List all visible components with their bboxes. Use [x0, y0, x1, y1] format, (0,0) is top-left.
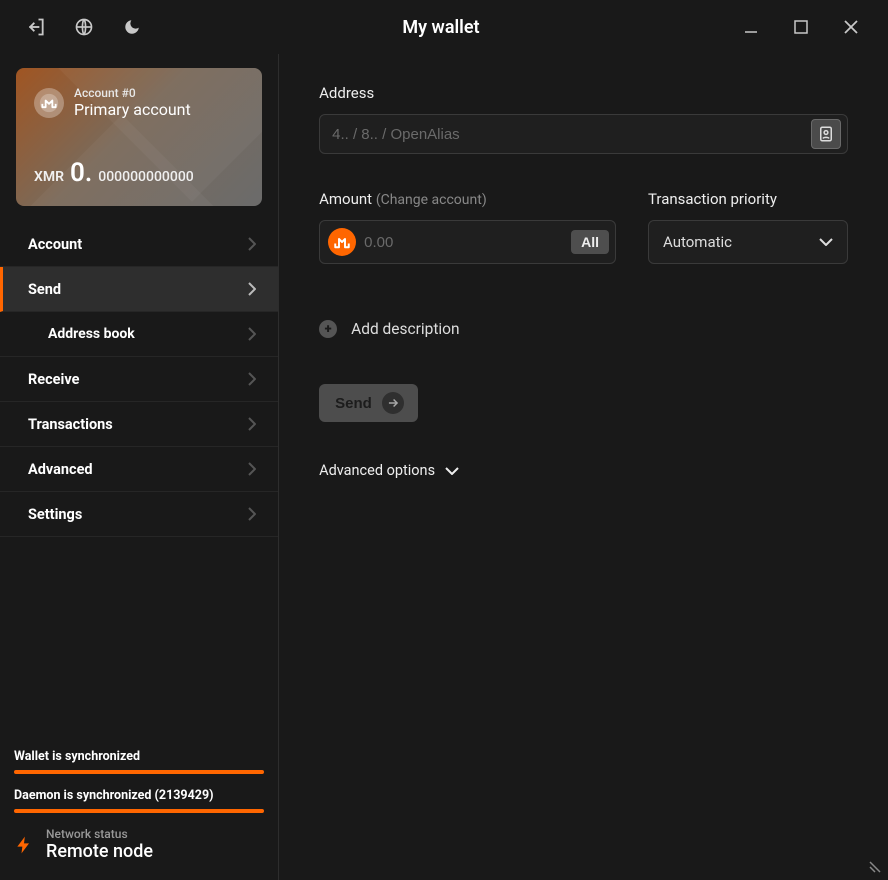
change-account-link[interactable]: (Change account)	[376, 192, 487, 208]
advanced-options-toggle[interactable]: Advanced options	[319, 462, 848, 479]
wallet-sync-label: Wallet is synchronized	[14, 749, 264, 764]
moon-icon[interactable]	[108, 0, 156, 54]
sidebar-item-label: Advanced	[28, 461, 93, 478]
maximize-icon[interactable]	[776, 0, 826, 54]
sidebar-item-advanced[interactable]: Advanced	[0, 447, 278, 492]
address-input[interactable]	[332, 126, 811, 143]
close-icon[interactable]	[826, 0, 876, 54]
arrow-right-icon	[382, 392, 404, 414]
address-label: Address	[319, 84, 848, 102]
bolt-icon	[14, 830, 34, 860]
main-panel: Address Amount (Change account) All	[279, 54, 888, 880]
chevron-right-icon	[248, 237, 256, 251]
send-button[interactable]: Send	[319, 384, 418, 422]
sidebar-item-label: Account	[28, 236, 82, 253]
priority-value: Automatic	[663, 233, 732, 251]
status-block: Wallet is synchronized Daemon is synchro…	[0, 749, 278, 880]
balance-fraction: 000000000000	[98, 169, 193, 185]
sidebar-item-label: Transactions	[28, 416, 113, 433]
address-input-wrap	[319, 114, 848, 154]
sidebar-item-send[interactable]: Send	[0, 267, 278, 312]
sidebar-item-transactions[interactable]: Transactions	[0, 402, 278, 447]
logout-icon[interactable]	[12, 0, 60, 54]
balance: XMR 0. 000000000000	[34, 158, 244, 188]
network-status[interactable]: Network status Remote node	[14, 827, 264, 862]
chevron-right-icon	[248, 417, 256, 431]
chevron-right-icon	[248, 372, 256, 386]
add-description-button[interactable]: + Add description	[319, 320, 848, 338]
chevron-down-icon	[819, 238, 833, 246]
plus-icon: +	[319, 320, 337, 338]
priority-label: Transaction priority	[648, 190, 848, 208]
account-card[interactable]: Account #0 Primary account XMR 0. 000000…	[16, 68, 262, 206]
amount-label: Amount (Change account)	[319, 190, 616, 208]
chevron-right-icon	[248, 462, 256, 476]
chevron-right-icon	[248, 282, 256, 296]
globe-icon[interactable]	[60, 0, 108, 54]
amount-all-button[interactable]: All	[571, 230, 609, 254]
sidebar-item-label: Send	[28, 281, 61, 298]
advanced-options-label: Advanced options	[319, 462, 435, 479]
sidebar: Account #0 Primary account XMR 0. 000000…	[0, 54, 279, 880]
daemon-sync-bar	[14, 809, 264, 813]
sidebar-item-account[interactable]: Account	[0, 222, 278, 267]
address-book-button[interactable]	[811, 119, 841, 149]
amount-input-wrap: All	[319, 220, 616, 264]
minimize-icon[interactable]	[726, 0, 776, 54]
sidebar-item-settings[interactable]: Settings	[0, 492, 278, 537]
balance-ticker: XMR	[34, 169, 64, 185]
sidebar-item-receive[interactable]: Receive	[0, 357, 278, 402]
network-status-label: Network status	[46, 827, 153, 841]
resize-handle-icon[interactable]	[868, 860, 882, 874]
wallet-sync-bar	[14, 770, 264, 774]
sidebar-item-address-book[interactable]: Address book	[0, 312, 278, 357]
daemon-sync-label: Daemon is synchronized (2139429)	[14, 788, 264, 803]
chevron-right-icon	[248, 507, 256, 521]
priority-select[interactable]: Automatic	[648, 220, 848, 264]
sidebar-item-label: Address book	[48, 326, 135, 342]
titlebar: My wallet	[0, 0, 888, 54]
chevron-down-icon	[445, 467, 459, 475]
monero-icon	[328, 228, 356, 256]
network-status-value: Remote node	[46, 841, 153, 862]
chevron-right-icon	[248, 327, 256, 341]
account-number: Account #0	[74, 86, 191, 100]
window-title: My wallet	[156, 17, 726, 38]
account-name: Primary account	[74, 100, 191, 119]
send-button-label: Send	[335, 395, 372, 412]
sidebar-item-label: Settings	[28, 506, 82, 523]
amount-input[interactable]	[364, 234, 563, 251]
sidebar-nav: Account Send Address book Receive Transa…	[0, 222, 278, 537]
add-description-label: Add description	[351, 320, 459, 338]
monero-icon	[34, 88, 64, 118]
balance-integer: 0.	[70, 158, 92, 188]
sidebar-item-label: Receive	[28, 371, 79, 388]
